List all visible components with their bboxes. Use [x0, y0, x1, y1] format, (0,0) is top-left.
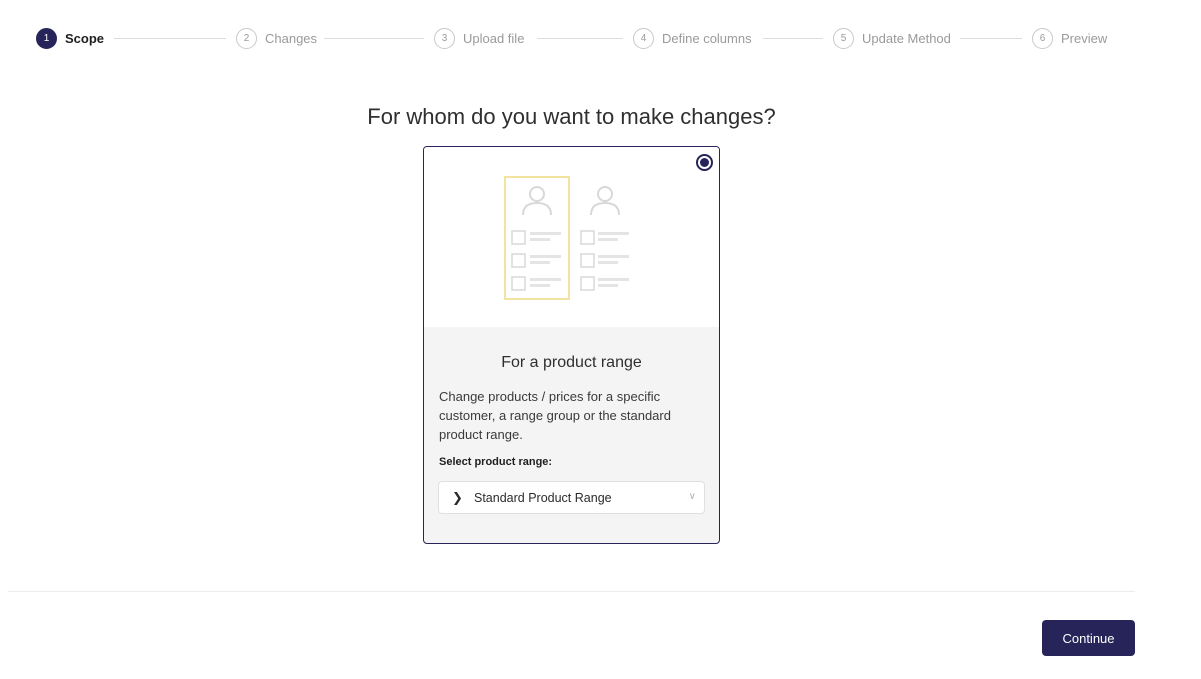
step-define-columns[interactable]: 4 Define columns	[633, 27, 752, 49]
step-connector	[960, 38, 1022, 39]
step-label: Changes	[265, 30, 318, 46]
step-number: 6	[1032, 27, 1053, 49]
chevron-down-icon[interactable]: ∨	[689, 491, 696, 502]
step-label: Update Method	[862, 30, 951, 46]
step-changes[interactable]: 2 Changes	[236, 27, 317, 49]
step-label: Scope	[65, 30, 105, 46]
step-number: 5	[833, 27, 854, 49]
product-range-select[interactable]: ❯ Standard Product Range ∨	[438, 481, 705, 514]
step-preview[interactable]: 6 Preview	[1032, 27, 1107, 49]
step-number: 2	[236, 27, 257, 49]
card-illustration-area	[424, 147, 719, 327]
stepper: 1 Scope 2 Changes 3 Upload file 4 Define…	[36, 27, 1116, 49]
step-label: Preview	[1061, 30, 1108, 46]
continue-button[interactable]: Continue	[1042, 620, 1135, 656]
step-scope[interactable]: 1 Scope	[36, 27, 104, 49]
step-number: 3	[434, 27, 455, 49]
step-update-method[interactable]: 5 Update Method	[833, 27, 951, 49]
step-upload-file[interactable]: 3 Upload file	[434, 27, 524, 49]
step-connector	[324, 38, 424, 39]
product-range-select-value: Standard Product Range	[474, 490, 612, 505]
chevron-right-icon[interactable]: ❯	[452, 490, 464, 506]
step-number: 1	[36, 27, 57, 49]
step-label: Upload file	[463, 30, 525, 46]
step-connector	[537, 38, 623, 39]
page-title: For whom do you want to make changes?	[367, 104, 776, 129]
card-title: For a product range	[501, 354, 642, 371]
step-number: 4	[633, 27, 654, 49]
option-radio[interactable]	[696, 154, 713, 171]
select-product-range-label: Select product range:	[439, 456, 553, 468]
step-label: Define columns	[662, 30, 752, 46]
card-description: Change products / prices for a specific …	[439, 389, 671, 442]
step-connector	[114, 38, 226, 39]
footer-divider	[8, 591, 1135, 592]
step-connector	[763, 38, 823, 39]
customer-product-lists-illustration	[504, 176, 629, 300]
product-range-option-card[interactable]: For a product range Change products / pr…	[423, 146, 720, 544]
